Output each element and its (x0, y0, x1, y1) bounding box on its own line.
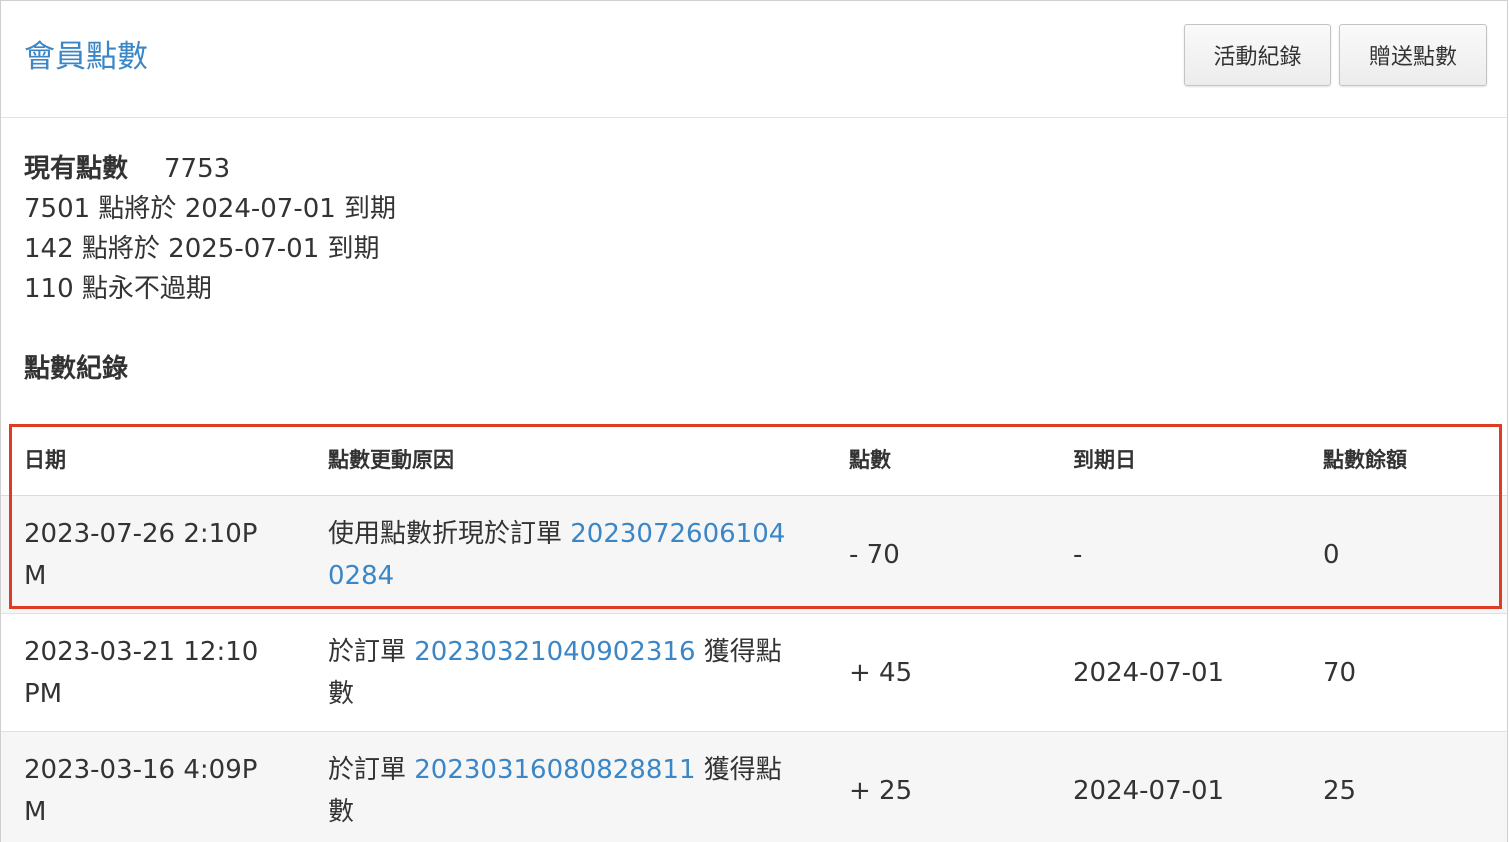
record-reason: 於訂單 20230321040902316 獲得點數 (328, 631, 798, 715)
order-link[interactable]: 20230316080828811 (414, 755, 695, 785)
table-row: 2023-07-26 2:10PM 使用點數折現於訂單 202307260610… (1, 496, 1507, 614)
reason-text: 使用點數折現於訂單 (328, 519, 571, 549)
column-header-points: 點數 (849, 448, 891, 472)
record-date: 2023-03-16 4:09PM (24, 755, 258, 827)
record-date: 2023-07-26 2:10PM (24, 519, 258, 591)
record-balance: 0 (1323, 540, 1340, 570)
points-summary: 現有點數 7753 7501 點將於 2024-07-01 到期 142 點將於 … (24, 149, 396, 309)
gift-points-button[interactable]: 贈送點數 (1339, 24, 1487, 86)
record-points: + 25 (849, 776, 913, 806)
current-points-value: 7753 (164, 154, 231, 184)
expiry-line: 110 點永不過期 (24, 274, 212, 304)
record-reason: 於訂單 20230316080828811 獲得點數 (328, 749, 798, 833)
reason-text: 於訂單 (328, 755, 415, 785)
points-records-table: 日期 點數更動原因 點數 到期日 點數餘額 2023-07-26 2:10PM … (1, 425, 1507, 842)
panel-header: 會員點數 活動紀錄 贈送點數 (1, 1, 1507, 118)
order-link[interactable]: 20230321040902316 (414, 637, 695, 667)
record-reason: 使用點數折現於訂單 20230726061040284 (328, 513, 798, 597)
current-points-label: 現有點數 (24, 154, 129, 184)
table-row: 2023-03-16 4:09PM 於訂單 20230316080828811 … (1, 732, 1507, 842)
table-header: 日期 點數更動原因 點數 到期日 點數餘額 (1, 425, 1507, 496)
record-expiry: 2024-07-01 (1073, 776, 1225, 806)
column-header-date: 日期 (24, 448, 66, 472)
record-date: 2023-03-21 12:10PM (24, 637, 259, 709)
records-title: 點數紀錄 (24, 354, 129, 384)
activity-log-button[interactable]: 活動紀錄 (1184, 24, 1331, 86)
expiry-line: 142 點將於 2025-07-01 到期 (24, 234, 380, 264)
column-header-balance: 點數餘額 (1323, 448, 1407, 472)
record-balance: 25 (1323, 776, 1357, 806)
member-points-panel: 會員點數 活動紀錄 贈送點數 現有點數 7753 7501 點將於 2024-07… (0, 0, 1508, 842)
record-points: + 45 (849, 658, 913, 688)
record-points: - 70 (849, 540, 900, 570)
record-expiry: 2024-07-01 (1073, 658, 1225, 688)
column-header-reason: 點數更動原因 (328, 448, 454, 472)
reason-text: 於訂單 (328, 637, 415, 667)
table-row: 2023-03-21 12:10PM 於訂單 20230321040902316… (1, 614, 1507, 732)
record-expiry: - (1073, 540, 1083, 570)
column-header-expiry: 到期日 (1073, 448, 1136, 472)
page-title: 會員點數 (24, 39, 148, 75)
record-balance: 70 (1323, 658, 1357, 688)
current-points: 現有點數 7753 (24, 149, 396, 189)
expiry-line: 7501 點將於 2024-07-01 到期 (24, 194, 397, 224)
